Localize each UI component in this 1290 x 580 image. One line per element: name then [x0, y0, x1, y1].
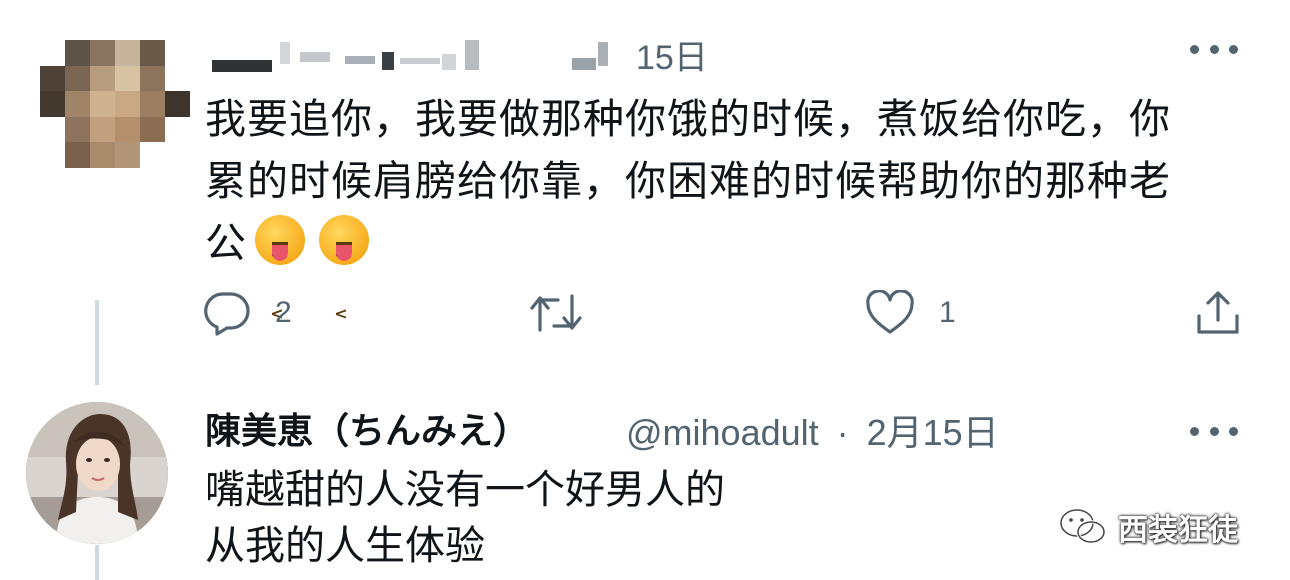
- watermark-text: 西装狂徒: [1118, 513, 1238, 548]
- user-handle[interactable]: @mihoadult: [626, 412, 819, 453]
- wechat-logo-icon: [1059, 508, 1106, 544]
- tweet-text: 嘴越甜的人没有一个好男人的 从我的人生体验: [205, 462, 725, 574]
- tweet-meta: @mihoadult · 2月15日: [626, 404, 999, 456]
- tweet-text-line: 从我的人生体验: [205, 523, 485, 569]
- tweet-2[interactable]: 陳美恵（ちんみえ） @mihoadult · 2月15日 嘴越甜的人没有一个好男人的…: [0, 0, 1290, 580]
- tweet-text-line: 嘴越甜的人没有一个好男人的: [205, 467, 725, 513]
- avatar-photo-image: [26, 402, 168, 544]
- thread-connector: [95, 545, 99, 580]
- watermark: 西装狂徒: [1058, 505, 1238, 549]
- meta-separator: ·: [836, 412, 849, 453]
- more-options-icon[interactable]: [1190, 424, 1238, 438]
- tweet-date[interactable]: 2月15日: [867, 412, 999, 453]
- avatar[interactable]: [26, 402, 168, 544]
- display-name[interactable]: 陳美恵（ちんみえ）: [205, 402, 529, 454]
